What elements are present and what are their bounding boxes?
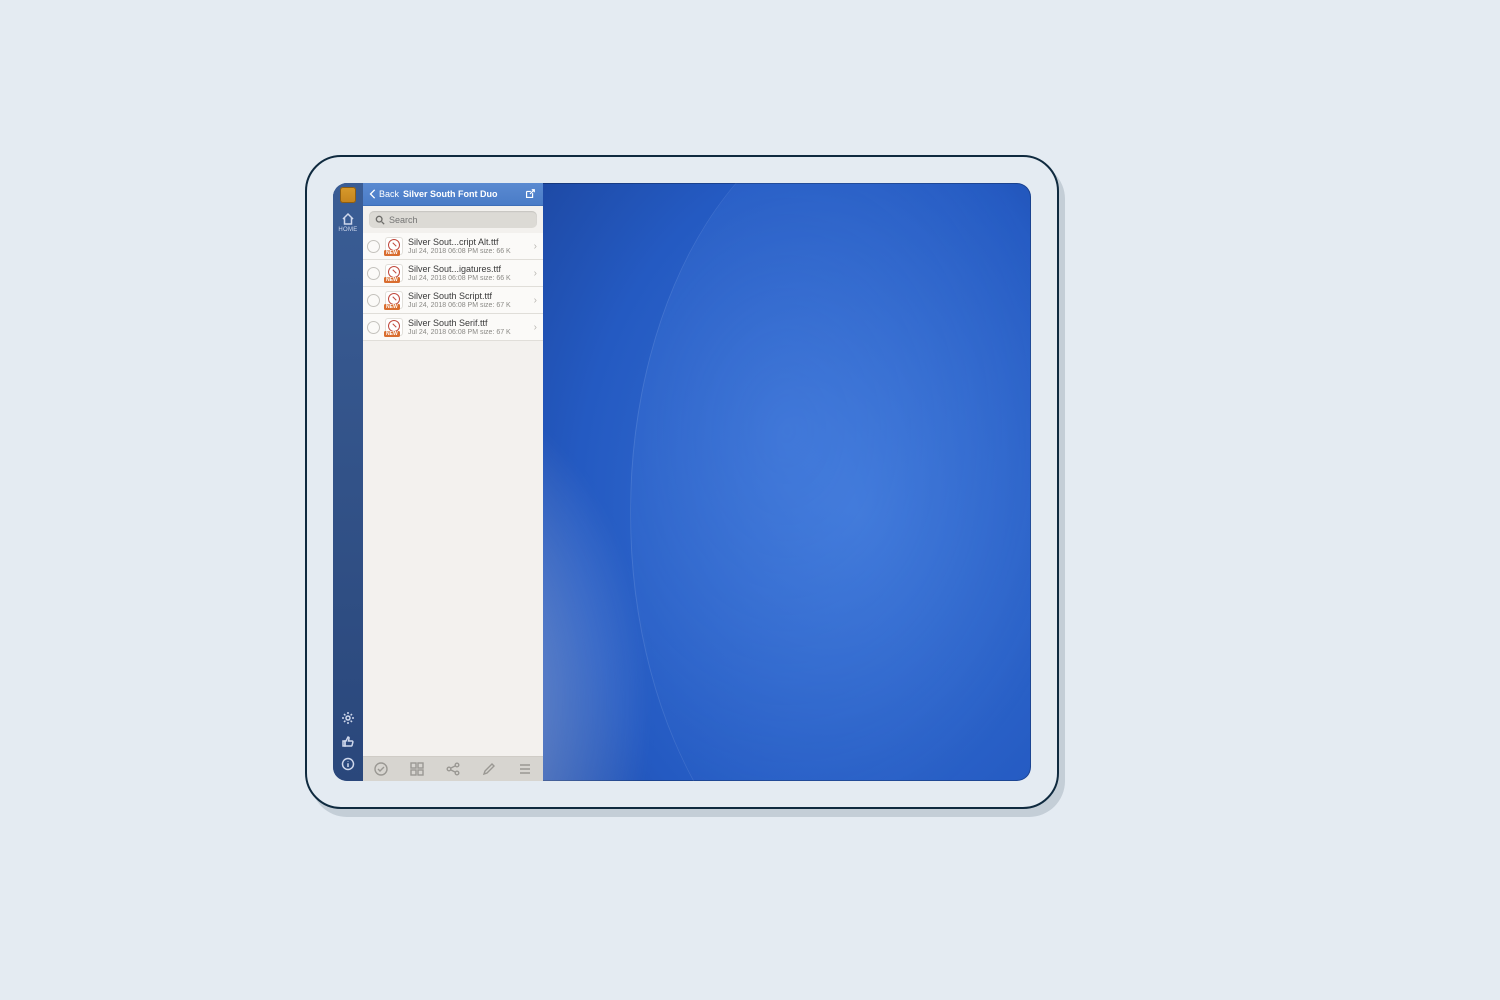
screen-desktop: HOME Back Si [333, 183, 1031, 781]
search-input[interactable] [389, 215, 531, 225]
file-panel: Back Silver South Font Duo NEW [363, 183, 543, 781]
file-thumb-icon: NEW [385, 318, 403, 336]
share-icon [445, 761, 461, 777]
home-icon [341, 212, 355, 226]
chevron-right-icon: › [534, 322, 537, 333]
file-row[interactable]: NEW Silver Sout...igatures.ttf Jul 24, 2… [363, 260, 543, 287]
search-icon [375, 215, 385, 225]
more-button[interactable] [512, 759, 538, 779]
file-row[interactable]: NEW Silver South Script.ttf Jul 24, 2018… [363, 287, 543, 314]
file-name: Silver South Serif.ttf [408, 318, 529, 328]
back-button[interactable]: Back [369, 189, 399, 199]
file-name: Silver Sout...igatures.ttf [408, 264, 529, 274]
file-meta: Jul 24, 2018 06:08 PM size: 67 K [408, 302, 529, 309]
panel-titlebar: Back Silver South Font Duo [363, 183, 543, 206]
search-wrap [363, 206, 543, 233]
back-label: Back [379, 189, 399, 199]
sdcard-icon[interactable] [340, 187, 356, 203]
row-select[interactable] [367, 321, 380, 334]
file-meta: Jul 24, 2018 06:08 PM size: 67 K [408, 329, 529, 336]
chevron-right-icon: › [534, 268, 537, 279]
open-external-icon [524, 188, 536, 200]
check-circle-icon [373, 761, 389, 777]
file-row[interactable]: NEW Silver South Serif.ttf Jul 24, 2018 … [363, 314, 543, 341]
info-icon [341, 757, 355, 771]
file-meta: Jul 24, 2018 06:08 PM size: 66 K [408, 248, 529, 255]
file-list: NEW Silver Sout...cript Alt.ttf Jul 24, … [363, 233, 543, 756]
file-row[interactable]: NEW Silver Sout...cript Alt.ttf Jul 24, … [363, 233, 543, 260]
grid-icon [409, 761, 425, 777]
open-external-button[interactable] [523, 187, 537, 201]
left-rail: HOME [333, 183, 363, 781]
tablet-frame: HOME Back Si [305, 155, 1059, 809]
bottom-toolbar [363, 756, 543, 781]
home-button[interactable]: HOME [338, 212, 357, 233]
list-icon [517, 761, 533, 777]
pencil-icon [481, 761, 497, 777]
row-select[interactable] [367, 240, 380, 253]
edit-button[interactable] [476, 759, 502, 779]
chevron-right-icon: › [534, 241, 537, 252]
gear-icon [341, 711, 355, 725]
share-button[interactable] [440, 759, 466, 779]
grid-view-button[interactable] [404, 759, 430, 779]
file-thumb-icon: NEW [385, 237, 403, 255]
file-name: Silver Sout...cript Alt.ttf [408, 237, 529, 247]
file-thumb-icon: NEW [385, 291, 403, 309]
panel-title: Silver South Font Duo [403, 189, 519, 199]
search-field[interactable] [369, 211, 537, 228]
chevron-right-icon: › [534, 295, 537, 306]
file-name: Silver South Script.ttf [408, 291, 529, 301]
info-button[interactable] [341, 757, 355, 771]
like-button[interactable] [341, 734, 355, 748]
home-label: HOME [338, 227, 357, 233]
row-select[interactable] [367, 267, 380, 280]
settings-button[interactable] [341, 711, 355, 725]
chevron-left-icon [369, 189, 377, 199]
file-thumb-icon: NEW [385, 264, 403, 282]
row-select[interactable] [367, 294, 380, 307]
file-meta: Jul 24, 2018 06:08 PM size: 66 K [408, 275, 529, 282]
thumbs-up-icon [341, 734, 355, 748]
select-all-button[interactable] [368, 759, 394, 779]
